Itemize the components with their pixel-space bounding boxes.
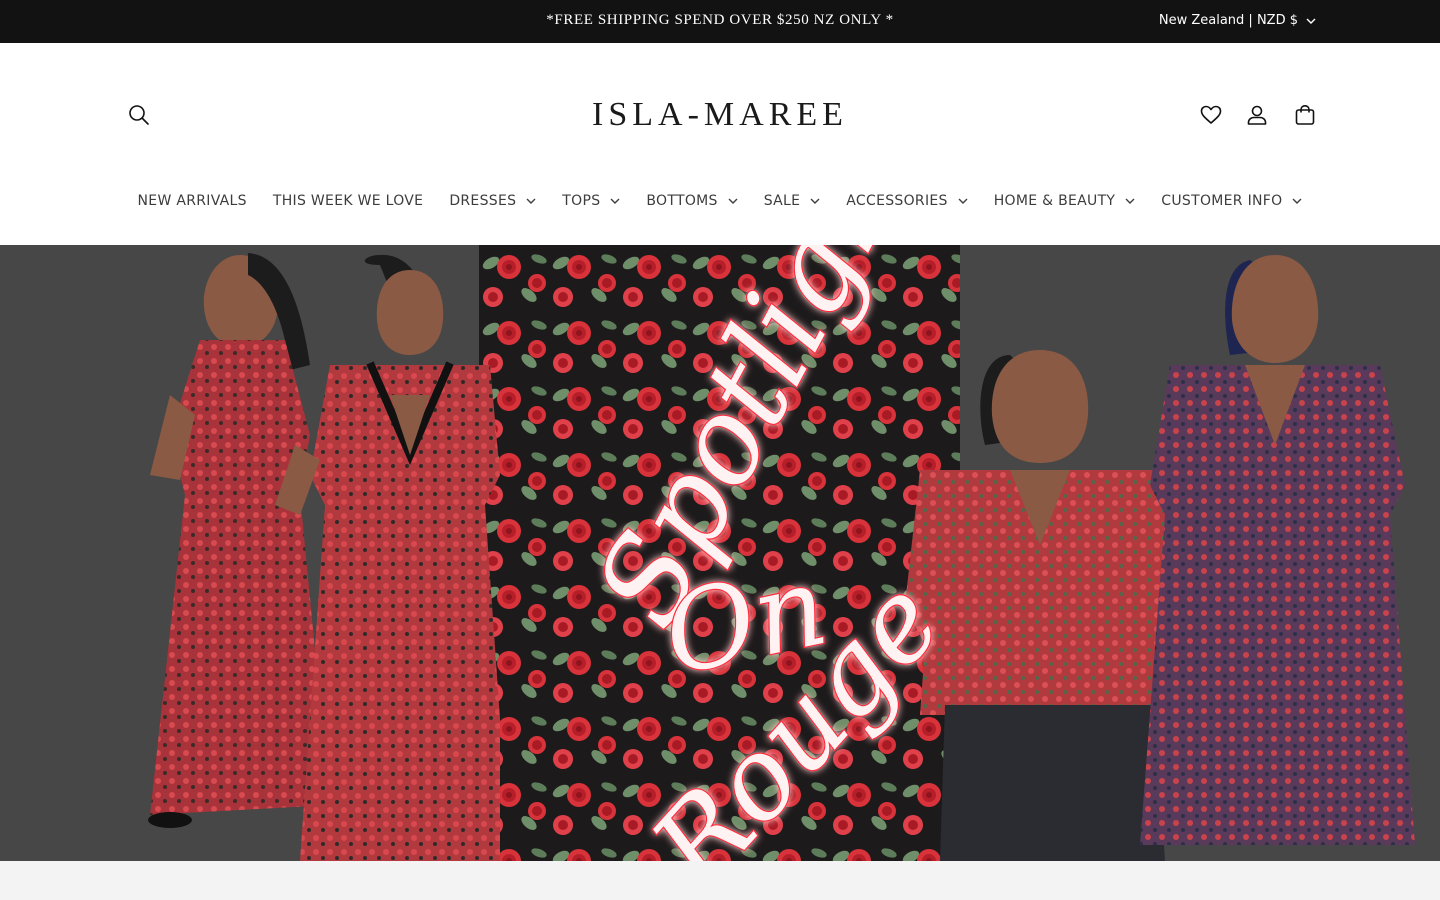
chevron-down-icon [958,198,968,204]
model-image-right [1140,255,1415,845]
chevron-down-icon [1125,198,1135,204]
nav-item-home-beauty[interactable]: HOME & BEAUTY [981,181,1149,221]
chevron-down-icon [526,198,536,204]
nav-item-customer-info[interactable]: CUSTOMER INFO [1148,181,1315,221]
nav-item-sale[interactable]: SALE [751,181,834,221]
country-currency-selector[interactable]: New Zealand | NZD $ [1159,0,1316,41]
nav-item-accessories[interactable]: ACCESSORIES [833,181,980,221]
chevron-down-icon [610,198,620,204]
heart-icon [1200,105,1222,124]
nav-item-dresses[interactable]: DRESSES [436,181,549,221]
chevron-down-icon [810,198,820,204]
bag-icon [1295,104,1315,125]
user-icon [1247,105,1267,125]
wishlist-button[interactable] [1193,97,1229,133]
model-image-left-front [275,254,500,861]
chevron-down-icon [728,198,738,204]
chevron-down-icon [1306,18,1316,24]
hero-headline: Spotlight On Rouge [567,245,960,861]
nav-item-this-week-we-love[interactable]: THIS WEEK WE LOVE [260,181,436,221]
search-button[interactable] [121,97,157,133]
next-section [0,861,1440,900]
site-header: ISLA-MAREE NEW ARRIVALS THIS WEEK WE LOV… [0,43,1440,245]
nav-item-new-arrivals[interactable]: NEW ARRIVALS [125,181,260,221]
account-button[interactable] [1239,97,1275,133]
nav-item-tops[interactable]: TOPS [549,181,633,221]
main-navigation: NEW ARRIVALS THIS WEEK WE LOVE DRESSES T… [0,181,1440,221]
nav-item-bottoms[interactable]: BOTTOMS [633,181,750,221]
locale-label: New Zealand | NZD $ [1158,13,1298,28]
cart-button[interactable] [1287,97,1323,133]
chevron-down-icon [1292,198,1302,204]
site-logo[interactable]: ISLA-MAREE [520,87,920,143]
announcement-bar: *FREE SHIPPING SPEND OVER $250 NZ ONLY *… [0,0,1440,43]
hero-banner[interactable]: Spotlight On Rouge [0,245,1440,861]
search-icon [129,105,149,125]
